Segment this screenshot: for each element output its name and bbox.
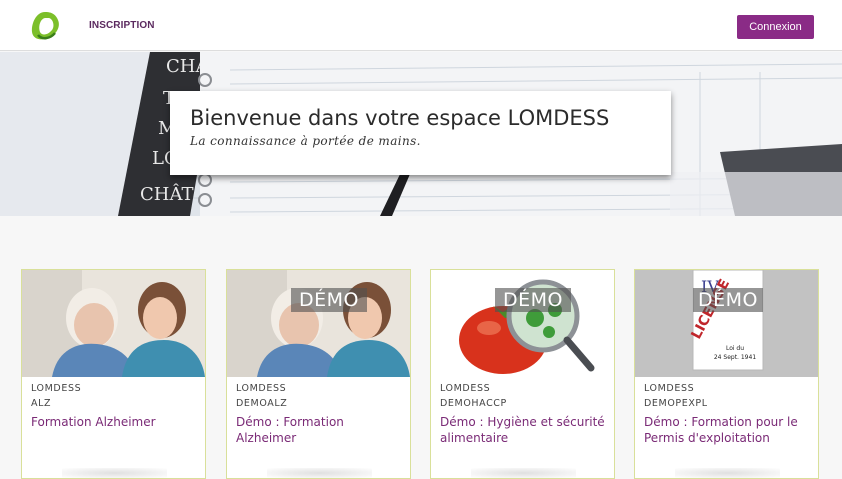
card-image[interactable]: [22, 270, 205, 377]
hero-banner: CHAMP T MUS LOU CHÂT: [0, 52, 842, 216]
card-image[interactable]: IV LICENSE Loi du 24 Sept. 1941 DÉMO: [635, 270, 818, 377]
course-card[interactable]: IV LICENSE Loi du 24 Sept. 1941 DÉMO LOM…: [634, 269, 819, 479]
card-shadow: [675, 468, 780, 478]
card-course-title[interactable]: Formation Alzheimer: [31, 415, 201, 431]
demo-badge: DÉMO: [291, 288, 367, 312]
card-course-title[interactable]: Démo : Hygiène et sécurité alimentaire: [440, 415, 610, 446]
welcome-subtitle: La connaissance à portée de mains.: [190, 134, 421, 148]
card-organization: LOMDESS: [236, 383, 287, 394]
card-shadow: [471, 468, 576, 478]
login-button[interactable]: Connexion: [737, 15, 814, 39]
card-shadow: [267, 468, 372, 478]
card-organization: LOMDESS: [31, 383, 82, 394]
card-course-title[interactable]: Démo : Formation pour le Permis d'exploi…: [644, 415, 814, 446]
card-image[interactable]: DÉMO: [431, 270, 614, 377]
card-body[interactable]: LOMDESS DEMOPEXPL Démo : Formation pour …: [635, 377, 818, 477]
svg-text:CHÂT: CHÂT: [140, 182, 194, 205]
caregiver-elderly-photo: [22, 270, 205, 377]
demo-badge: DÉMO: [693, 288, 763, 312]
card-course-code: DEMOPEXPL: [644, 398, 708, 409]
lomdess-logo-icon[interactable]: [28, 10, 62, 42]
course-card[interactable]: DÉMO LOMDESS DEMOALZ Démo : Formation Al…: [226, 269, 411, 479]
welcome-box: Bienvenue dans votre espace LOMDESS La c…: [170, 91, 671, 175]
card-shadow: [62, 468, 167, 478]
demo-badge: DÉMO: [495, 288, 571, 312]
card-body[interactable]: LOMDESS ALZ Formation Alzheimer: [22, 377, 205, 477]
course-card[interactable]: DÉMO LOMDESS DEMOHACCP Démo : Hygiène et…: [430, 269, 615, 479]
card-body[interactable]: LOMDESS DEMOALZ Démo : Formation Alzheim…: [227, 377, 410, 477]
card-image[interactable]: DÉMO: [227, 270, 410, 377]
card-course-code: DEMOHACCP: [440, 398, 507, 409]
welcome-title: Bienvenue dans votre espace LOMDESS: [190, 106, 610, 130]
card-course-code: ALZ: [31, 398, 52, 409]
card-course-title[interactable]: Démo : Formation Alzheimer: [236, 415, 406, 446]
card-course-code: DEMOALZ: [236, 398, 288, 409]
caregiver-elderly-photo: [227, 270, 410, 377]
course-card[interactable]: LOMDESS ALZ Formation Alzheimer: [21, 269, 206, 479]
card-organization: LOMDESS: [440, 383, 491, 394]
license-law-label: Loi du: [726, 345, 744, 352]
card-body[interactable]: LOMDESS DEMOHACCP Démo : Hygiène et sécu…: [431, 377, 614, 477]
tomato-magnifier-illustration: [431, 270, 614, 377]
card-organization: LOMDESS: [644, 383, 695, 394]
nav-inscription-link[interactable]: INSCRIPTION: [89, 20, 155, 31]
license-iv-illustration: IV LICENSE Loi du 24 Sept. 1941: [635, 270, 818, 377]
top-header: INSCRIPTION Connexion: [0, 0, 842, 51]
license-date: 24 Sept. 1941: [714, 354, 756, 361]
